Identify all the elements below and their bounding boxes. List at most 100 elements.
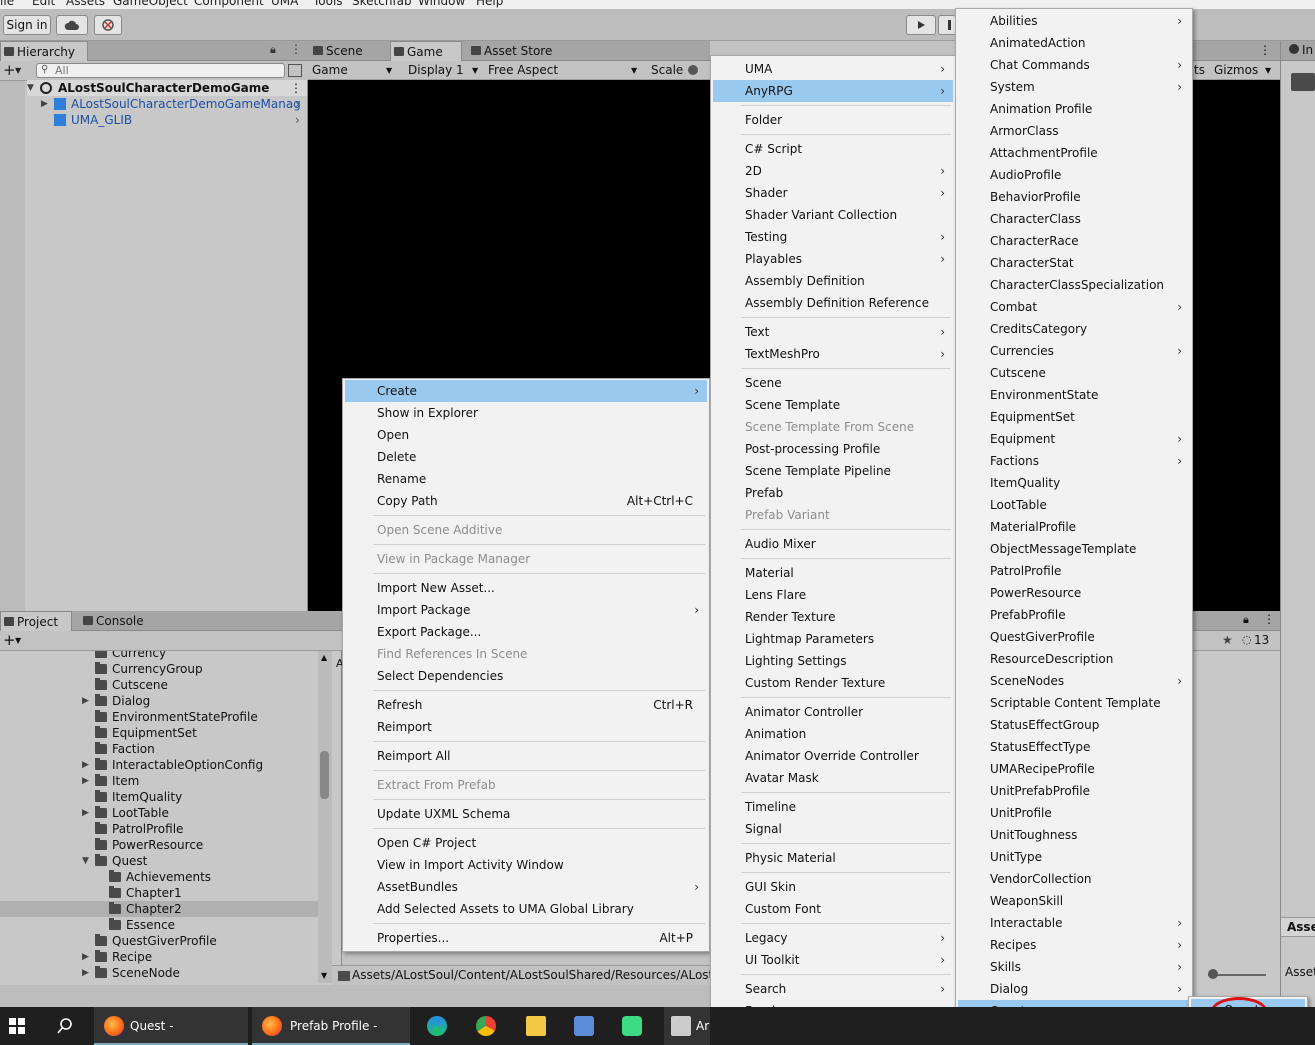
- menu-item-ui-toolkit[interactable]: UI Toolkit ›: [713, 949, 953, 971]
- menu-item-search[interactable]: Search ›: [713, 978, 953, 1000]
- menu-item-lighting-settings[interactable]: Lighting Settings: [713, 650, 953, 672]
- menu-item-import-package[interactable]: Import Package ›: [345, 599, 707, 621]
- project-folder-item[interactable]: ▶ Item: [0, 773, 318, 789]
- menu-tools[interactable]: Tools: [313, 0, 343, 8]
- menu-item-cutscene[interactable]: Cutscene: [958, 362, 1190, 384]
- menu-item-currencies[interactable]: Currencies ›: [958, 340, 1190, 362]
- project-folder-item[interactable]: EnvironmentStateProfile: [0, 709, 318, 725]
- menu-item-physic-material[interactable]: Physic Material: [713, 847, 953, 869]
- kebab-menu-icon[interactable]: ⋮: [290, 42, 302, 56]
- menu-item-interactable[interactable]: Interactable ›: [958, 912, 1190, 934]
- menu-item-powerresource[interactable]: PowerResource: [958, 582, 1190, 604]
- project-folder-item[interactable]: Achievements: [0, 869, 318, 885]
- menu-item-weaponskill[interactable]: WeaponSkill: [958, 890, 1190, 912]
- menu-item-signal[interactable]: Signal: [713, 818, 953, 840]
- project-folder-item[interactable]: PatrolProfile: [0, 821, 318, 837]
- menu-item-assembly-definition[interactable]: Assembly Definition: [713, 270, 953, 292]
- taskbar-item-app[interactable]: [616, 1007, 650, 1045]
- menu-item-update-uxml-schema[interactable]: Update UXML Schema: [345, 803, 707, 825]
- project-folder-item[interactable]: ▼ Quest: [0, 853, 318, 869]
- menu-item-uma[interactable]: UMA ›: [713, 58, 953, 80]
- menu-component[interactable]: Component: [194, 0, 264, 8]
- star-icon[interactable]: ★: [1222, 633, 1233, 647]
- menu-item-reimport-all[interactable]: Reimport All: [345, 745, 707, 767]
- chevron-down-icon[interactable]: ▼: [15, 636, 21, 645]
- menu-item-behaviorprofile[interactable]: BehaviorProfile: [958, 186, 1190, 208]
- hierarchy-item[interactable]: ▶ ALostSoulCharacterDemoGameManag ›: [41, 96, 307, 112]
- menu-item-add-selected-assets-to-uma-global-library[interactable]: Add Selected Assets to UMA Global Librar…: [345, 898, 707, 920]
- menu-item-textmeshpro[interactable]: TextMeshPro ›: [713, 343, 953, 365]
- menu-item-patrolprofile[interactable]: PatrolProfile: [958, 560, 1190, 582]
- expand-arrow-icon[interactable]: ▶: [82, 949, 89, 965]
- menu-item-animatedaction[interactable]: AnimatedAction: [958, 32, 1190, 54]
- expand-arrow-icon[interactable]: ▶: [82, 693, 89, 709]
- menu-item-environmentstate[interactable]: EnvironmentState: [958, 384, 1190, 406]
- project-folder-item[interactable]: Currency: [0, 651, 318, 661]
- menu-item-text[interactable]: Text ›: [713, 321, 953, 343]
- tab-console[interactable]: Console: [80, 611, 160, 631]
- menu-item-scene-template-pipeline[interactable]: Scene Template Pipeline: [713, 460, 953, 482]
- tab-game[interactable]: Game: [390, 41, 462, 61]
- lock-icon[interactable]: 🔒︎: [270, 43, 276, 57]
- menu-sketchfab[interactable]: Sketchfab: [352, 0, 412, 8]
- project-folder-item[interactable]: EquipmentSet: [0, 725, 318, 741]
- menu-item-material[interactable]: Material: [713, 562, 953, 584]
- menu-item-equipmentset[interactable]: EquipmentSet: [958, 406, 1190, 428]
- menu-item-rename[interactable]: Rename: [345, 468, 707, 490]
- add-icon[interactable]: +: [3, 61, 16, 79]
- chevron-down-icon[interactable]: ▼: [15, 66, 21, 75]
- scrollbar-thumb[interactable]: [320, 751, 329, 799]
- menu-item-assetbundles[interactable]: AssetBundles ›: [345, 876, 707, 898]
- menu-item-vendorcollection[interactable]: VendorCollection: [958, 868, 1190, 890]
- chevron-down-icon[interactable]: ▼: [631, 66, 637, 75]
- menu-item-dialog[interactable]: Dialog ›: [958, 978, 1190, 1000]
- project-scrollbar[interactable]: ▲ ▼: [318, 651, 332, 983]
- menu-item-audioprofile[interactable]: AudioProfile: [958, 164, 1190, 186]
- menu-item-unitprofile[interactable]: UnitProfile: [958, 802, 1190, 824]
- menu-item-open[interactable]: Open: [345, 424, 707, 446]
- project-folder-item[interactable]: ▶ LootTable: [0, 805, 318, 821]
- hierarchy-item[interactable]: UMA_GLIB ›: [41, 112, 307, 128]
- menu-item-characterstat[interactable]: CharacterStat: [958, 252, 1190, 274]
- search-button[interactable]: [48, 1007, 82, 1045]
- menu-item-recipes[interactable]: Recipes ›: [958, 934, 1190, 956]
- chevron-right-icon[interactable]: ›: [295, 96, 300, 112]
- menu-window[interactable]: Window: [418, 0, 465, 8]
- project-folder-item[interactable]: ▶ Dialog: [0, 693, 318, 709]
- menu-help[interactable]: Help: [476, 0, 503, 8]
- project-folder-item[interactable]: Faction: [0, 741, 318, 757]
- scroll-up-icon[interactable]: ▲: [321, 653, 327, 662]
- chevron-down-icon[interactable]: ▼: [386, 66, 392, 75]
- project-folder-item[interactable]: Chapter1: [0, 885, 318, 901]
- expand-arrow-icon[interactable]: ▼: [27, 80, 34, 96]
- tab-hierarchy[interactable]: Hierarchy: [0, 41, 88, 61]
- menu-item-umarecipeprofile[interactable]: UMARecipeProfile: [958, 758, 1190, 780]
- add-icon[interactable]: +: [3, 631, 16, 649]
- menu-item-skills[interactable]: Skills ›: [958, 956, 1190, 978]
- menu-item-refresh[interactable]: Refresh Ctrl+R: [345, 694, 707, 716]
- project-folder-item[interactable]: ▶ Recipe: [0, 949, 318, 965]
- menu-item-characterclassspecialization[interactable]: CharacterClassSpecialization: [958, 274, 1190, 296]
- menu-item-animator-controller[interactable]: Animator Controller: [713, 701, 953, 723]
- menu-item-unittoughness[interactable]: UnitToughness: [958, 824, 1190, 846]
- menu-item-statuseffectgroup[interactable]: StatusEffectGroup: [958, 714, 1190, 736]
- project-folder-item[interactable]: ItemQuality: [0, 789, 318, 805]
- tab-asset-store[interactable]: Asset Store: [468, 41, 568, 61]
- menu-item-open-c-project[interactable]: Open C# Project: [345, 832, 707, 854]
- expand-arrow-icon[interactable]: ▶: [82, 773, 89, 789]
- menu-item-export-package[interactable]: Export Package...: [345, 621, 707, 643]
- hidden-count-icon[interactable]: ◌: [1242, 633, 1252, 646]
- menu-item-custom-font[interactable]: Custom Font: [713, 898, 953, 920]
- taskbar-item-firefox-prefab[interactable]: Prefab Profile - Doc...: [252, 1007, 410, 1045]
- project-folder-item[interactable]: CurrencyGroup: [0, 661, 318, 677]
- sign-in-button[interactable]: Sign in: [3, 15, 51, 35]
- menu-item-playables[interactable]: Playables ›: [713, 248, 953, 270]
- asset-path[interactable]: Assets/ALostSoul/Content/ALostSoulShared…: [352, 968, 710, 982]
- menu-item-scene-template[interactable]: Scene Template: [713, 394, 953, 416]
- tab-project[interactable]: Project: [0, 611, 72, 631]
- menu-item-assembly-definition-reference[interactable]: Assembly Definition Reference: [713, 292, 953, 314]
- collab-button[interactable]: [94, 15, 122, 35]
- lock-icon[interactable]: 🔒︎: [1243, 613, 1249, 627]
- scale-slider-handle[interactable]: [688, 65, 698, 75]
- menu-item-lightmap-parameters[interactable]: Lightmap Parameters: [713, 628, 953, 650]
